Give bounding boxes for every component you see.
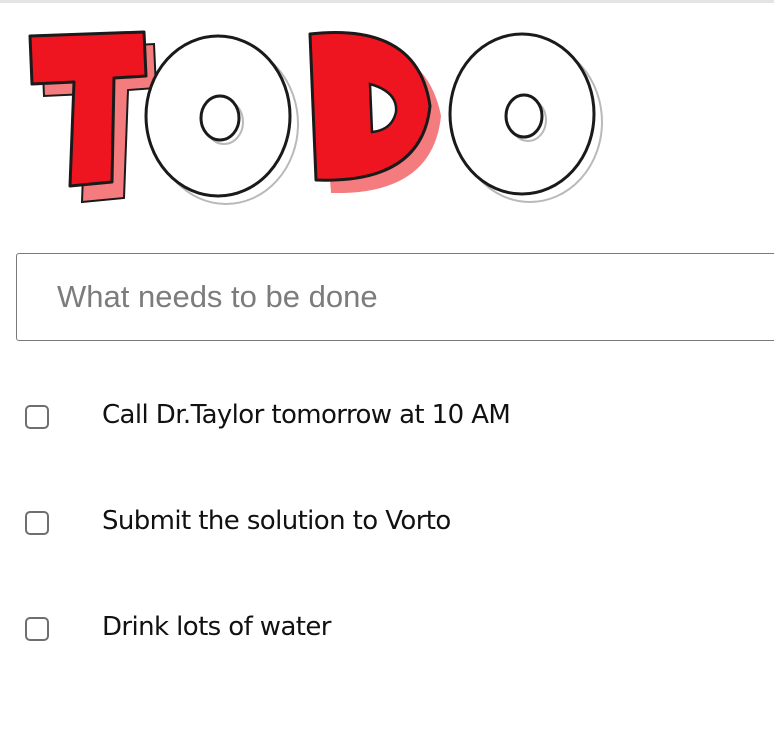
todo-item: Drink lots of water	[0, 580, 774, 686]
logo-letter-t	[28, 30, 158, 204]
new-todo-input[interactable]	[16, 253, 774, 341]
todo-list: Call Dr.Taylor tomorrow at 10 AM Submit …	[0, 368, 774, 686]
todo-checkbox[interactable]	[25, 617, 49, 641]
todo-item: Submit the solution to Vorto	[0, 474, 774, 580]
logo-letter-d	[308, 31, 442, 194]
logo-letter-o	[448, 32, 603, 203]
top-divider	[0, 0, 774, 3]
todo-text: Drink lots of water	[102, 612, 331, 642]
todo-text: Submit the solution to Vorto	[102, 506, 451, 536]
todo-checkbox[interactable]	[25, 405, 49, 429]
todo-item: Call Dr.Taylor tomorrow at 10 AM	[0, 368, 774, 474]
todo-logo	[20, 20, 620, 210]
logo-letter-o	[144, 34, 299, 205]
todo-checkbox[interactable]	[25, 511, 49, 535]
todo-text: Call Dr.Taylor tomorrow at 10 AM	[102, 400, 511, 430]
